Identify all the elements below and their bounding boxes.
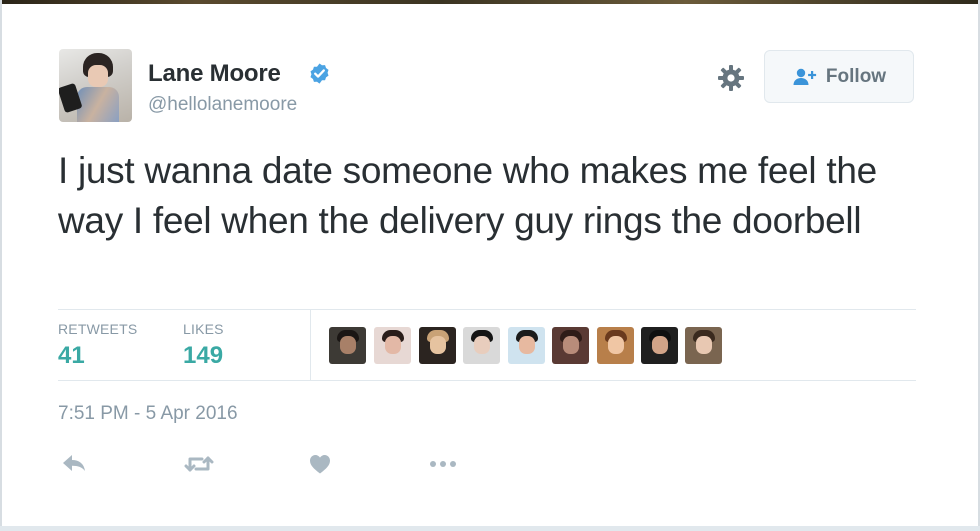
card-left-border: [0, 0, 2, 531]
liker-avatar[interactable]: [641, 327, 678, 364]
tweet-timestamp[interactable]: 7:51 PM - 5 Apr 2016: [58, 403, 238, 425]
add-user-icon: [793, 68, 817, 85]
reply-icon[interactable]: [61, 452, 87, 476]
heart-icon[interactable]: [308, 452, 332, 476]
stats-bottom-divider: [58, 380, 916, 381]
liker-avatar[interactable]: [552, 327, 589, 364]
top-image-strip: [0, 0, 980, 4]
liker-avatar[interactable]: [419, 327, 456, 364]
author-avatar[interactable]: [59, 49, 132, 122]
gear-icon[interactable]: [717, 64, 745, 92]
retweets-count[interactable]: 41: [58, 342, 85, 370]
avatar-face: [88, 65, 108, 87]
follow-button[interactable]: Follow: [764, 50, 914, 103]
liker-avatar[interactable]: [597, 327, 634, 364]
likes-label: LIKES: [183, 321, 224, 337]
follow-button-label: Follow: [825, 65, 887, 87]
retweets-label: RETWEETS: [58, 321, 138, 337]
more-dots-icon[interactable]: [428, 452, 458, 476]
liker-avatar[interactable]: [463, 327, 500, 364]
liker-avatar[interactable]: [685, 327, 722, 364]
likes-count[interactable]: 149: [183, 342, 223, 370]
liker-avatar[interactable]: [329, 327, 366, 364]
tweet-text: I just wanna date someone who makes me f…: [58, 150, 877, 241]
author-display-name[interactable]: Lane Moore: [148, 60, 281, 88]
stats-top-divider: [58, 309, 916, 310]
card-bottom-border: [0, 526, 980, 531]
liker-avatar[interactable]: [508, 327, 545, 364]
stats-vertical-divider: [310, 310, 311, 380]
liker-avatar[interactable]: [374, 327, 411, 364]
avatar-scarf: [77, 87, 119, 122]
verified-badge-icon: [310, 63, 329, 84]
retweet-icon[interactable]: [184, 452, 214, 476]
avatar-prop: [59, 82, 83, 114]
author-handle[interactable]: @hellolanemoore: [148, 94, 297, 116]
